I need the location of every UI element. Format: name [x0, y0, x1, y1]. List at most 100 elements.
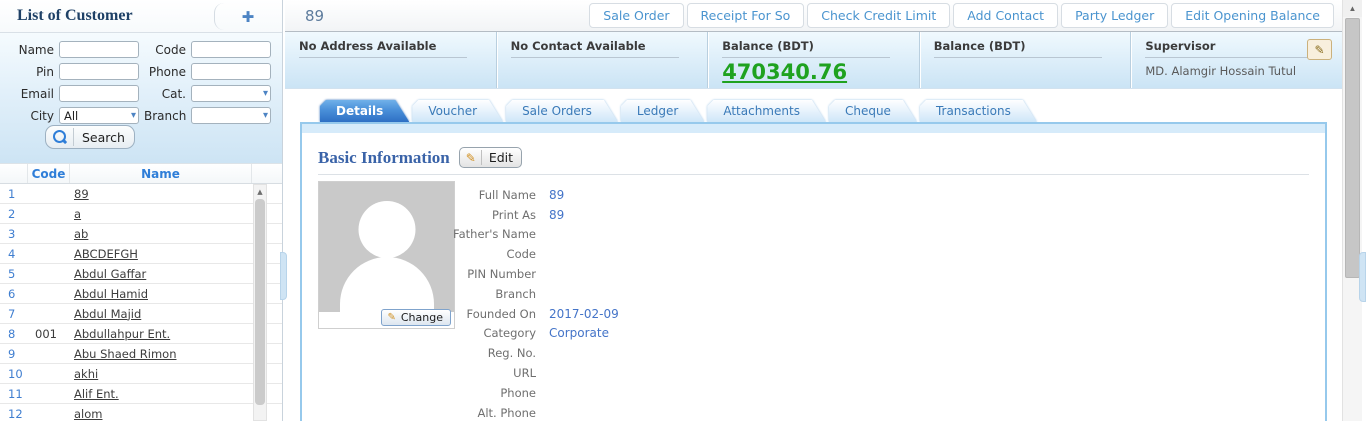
scroll-up-icon[interactable]: ▲: [254, 185, 266, 198]
info-field-row: Phone: [302, 383, 942, 403]
page-scrollbar-thumb[interactable]: [1345, 18, 1360, 278]
field-input[interactable]: [191, 41, 271, 58]
section-title: Basic Information: [318, 147, 450, 167]
customer-link[interactable]: akhi: [70, 367, 252, 381]
tab-label: Attachments: [723, 104, 800, 118]
table-row[interactable]: 6 Abdul Hamid: [0, 284, 282, 304]
details-panel: Basic Information ✎ Edit ✎ Change Full N…: [300, 122, 1327, 421]
field-label: PIN Number: [467, 267, 536, 282]
row-number: 11: [8, 386, 23, 401]
search-fields-grid: Name ▾ Code ▾ Pin: [6, 40, 276, 125]
row-number: 7: [8, 306, 16, 321]
customer-link[interactable]: Abdul Hamid: [70, 287, 252, 301]
summary-bar: No Address Available ✎ No Contact Availa…: [285, 32, 1342, 89]
action-button-label: Party Ledger: [1075, 8, 1155, 23]
header-code-column[interactable]: Code: [28, 164, 70, 183]
customer-detail-area: 89 Sale Order Receipt For So Check Credit …: [285, 0, 1342, 421]
field-label: Phone: [148, 64, 186, 79]
table-row[interactable]: 3 ab: [0, 224, 282, 244]
row-number: 2: [8, 206, 16, 221]
search-field: Code ▾: [144, 40, 280, 59]
tab[interactable]: Sale Orders: [506, 100, 618, 122]
add-customer-area: ✚: [214, 2, 270, 31]
tab-label: Cheque: [844, 104, 891, 118]
info-field-row: PIN Number: [302, 264, 942, 284]
row-number: 9: [8, 346, 16, 361]
action-button[interactable]: Party Ledger: [1061, 3, 1169, 28]
summary-label: No Contact Available: [510, 39, 646, 53]
chevron-down-icon: ▾: [130, 109, 136, 121]
customer-link[interactable]: alom: [70, 407, 252, 421]
customer-link[interactable]: Abu Shaed Rimon: [70, 347, 252, 361]
table-row[interactable]: 7 Abdul Majid: [0, 304, 282, 324]
add-customer-button[interactable]: ✚: [226, 3, 270, 30]
field-label: Name: [18, 42, 54, 57]
edit-button[interactable]: ✎ Edit: [458, 147, 523, 168]
customer-link[interactable]: ABCDEFGH: [70, 247, 252, 261]
tab-label: Ledger: [636, 104, 679, 118]
field-select[interactable]: ▾: [191, 85, 271, 102]
table-row[interactable]: 2 a: [0, 204, 282, 224]
action-button[interactable]: Edit Opening Balance: [1171, 3, 1334, 28]
table-row[interactable]: 9 Abu Shaed Rimon: [0, 344, 282, 364]
tab-label: Transactions: [935, 104, 1011, 118]
scroll-up-button[interactable]: ▲: [1343, 0, 1362, 17]
table-row[interactable]: 10 akhi: [0, 364, 282, 384]
list-scrollbar[interactable]: ▲: [253, 184, 267, 421]
table-row[interactable]: 4 ABCDEFGH: [0, 244, 282, 264]
field-label: Alt. Phone: [477, 405, 536, 420]
customer-link[interactable]: Abdul Gaffar: [70, 267, 252, 281]
header-name-column[interactable]: Name: [70, 164, 252, 183]
table-row[interactable]: 12 alom: [0, 404, 282, 421]
list-scrollbar-thumb[interactable]: [255, 199, 265, 405]
action-buttons: Sale Order Receipt For So Check Credit Lim…: [586, 3, 1334, 28]
action-button-label: Add Contact: [967, 8, 1045, 23]
table-row[interactable]: 1 89: [0, 184, 282, 204]
summary-value: 470340.76: [722, 60, 848, 84]
action-button[interactable]: Receipt For So: [686, 3, 805, 28]
edit-supervisor-button[interactable]: ✎: [1306, 39, 1332, 60]
summary-label: No Address Available: [299, 39, 437, 53]
tab[interactable]: Cheque: [829, 100, 917, 122]
action-button[interactable]: Sale Order: [589, 3, 684, 28]
field-label: Father's Name: [453, 227, 536, 242]
table-row[interactable]: 8 001 Abdullahpur Ent.: [0, 324, 282, 344]
page-scrollbar[interactable]: ▲: [1342, 0, 1362, 421]
customer-link[interactable]: Alif Ent.: [70, 387, 252, 401]
field-label: Code: [155, 42, 186, 57]
overlay-scroll-thumb-right[interactable]: [1359, 252, 1366, 302]
field-input[interactable]: [59, 41, 139, 58]
tab[interactable]: Attachments: [707, 100, 826, 122]
table-row[interactable]: 11 Alif Ent.: [0, 384, 282, 404]
row-code: 001: [35, 326, 57, 341]
table-row[interactable]: 5 Abdul Gaffar: [0, 264, 282, 284]
basic-info-fields: Full Name 89 Print As 89 Father's Name C…: [302, 185, 942, 421]
header-divider: [214, 3, 226, 30]
overlay-scroll-thumb-left[interactable]: [280, 252, 287, 300]
field-select[interactable]: ▾: [191, 107, 271, 124]
row-number: 6: [8, 286, 16, 301]
tab[interactable]: Ledger: [621, 100, 704, 122]
field-input[interactable]: [59, 63, 139, 80]
tab[interactable]: Transactions: [920, 100, 1037, 122]
field-label: City: [30, 108, 54, 123]
customer-link[interactable]: 89: [70, 187, 252, 201]
field-input[interactable]: [59, 85, 139, 102]
summary-section: Balance (BDT) ✎: [918, 32, 1131, 88]
search-field: Phone ▾: [144, 62, 280, 81]
search-field: Cat. ▾: [144, 84, 280, 103]
summary-section: Supervisor MD. Alamgir Hossain Tutul ✎: [1130, 32, 1342, 88]
tab[interactable]: Details: [320, 100, 409, 122]
tab[interactable]: Voucher: [412, 100, 503, 122]
customer-link[interactable]: ab: [70, 227, 252, 241]
customer-link[interactable]: a: [70, 207, 252, 221]
customer-link[interactable]: Abdul Majid: [70, 307, 252, 321]
search-button[interactable]: Search: [45, 125, 135, 149]
action-button[interactable]: Check Credit Limit: [807, 3, 951, 28]
field-label: Email: [20, 86, 54, 101]
field-select[interactable]: All ▾: [59, 107, 139, 124]
customer-list-panel: List of Customer ✚ Name ▾ Code: [0, 0, 283, 421]
customer-link[interactable]: Abdullahpur Ent.: [70, 327, 252, 341]
action-button[interactable]: Add Contact: [953, 3, 1059, 28]
field-input[interactable]: [191, 63, 271, 80]
